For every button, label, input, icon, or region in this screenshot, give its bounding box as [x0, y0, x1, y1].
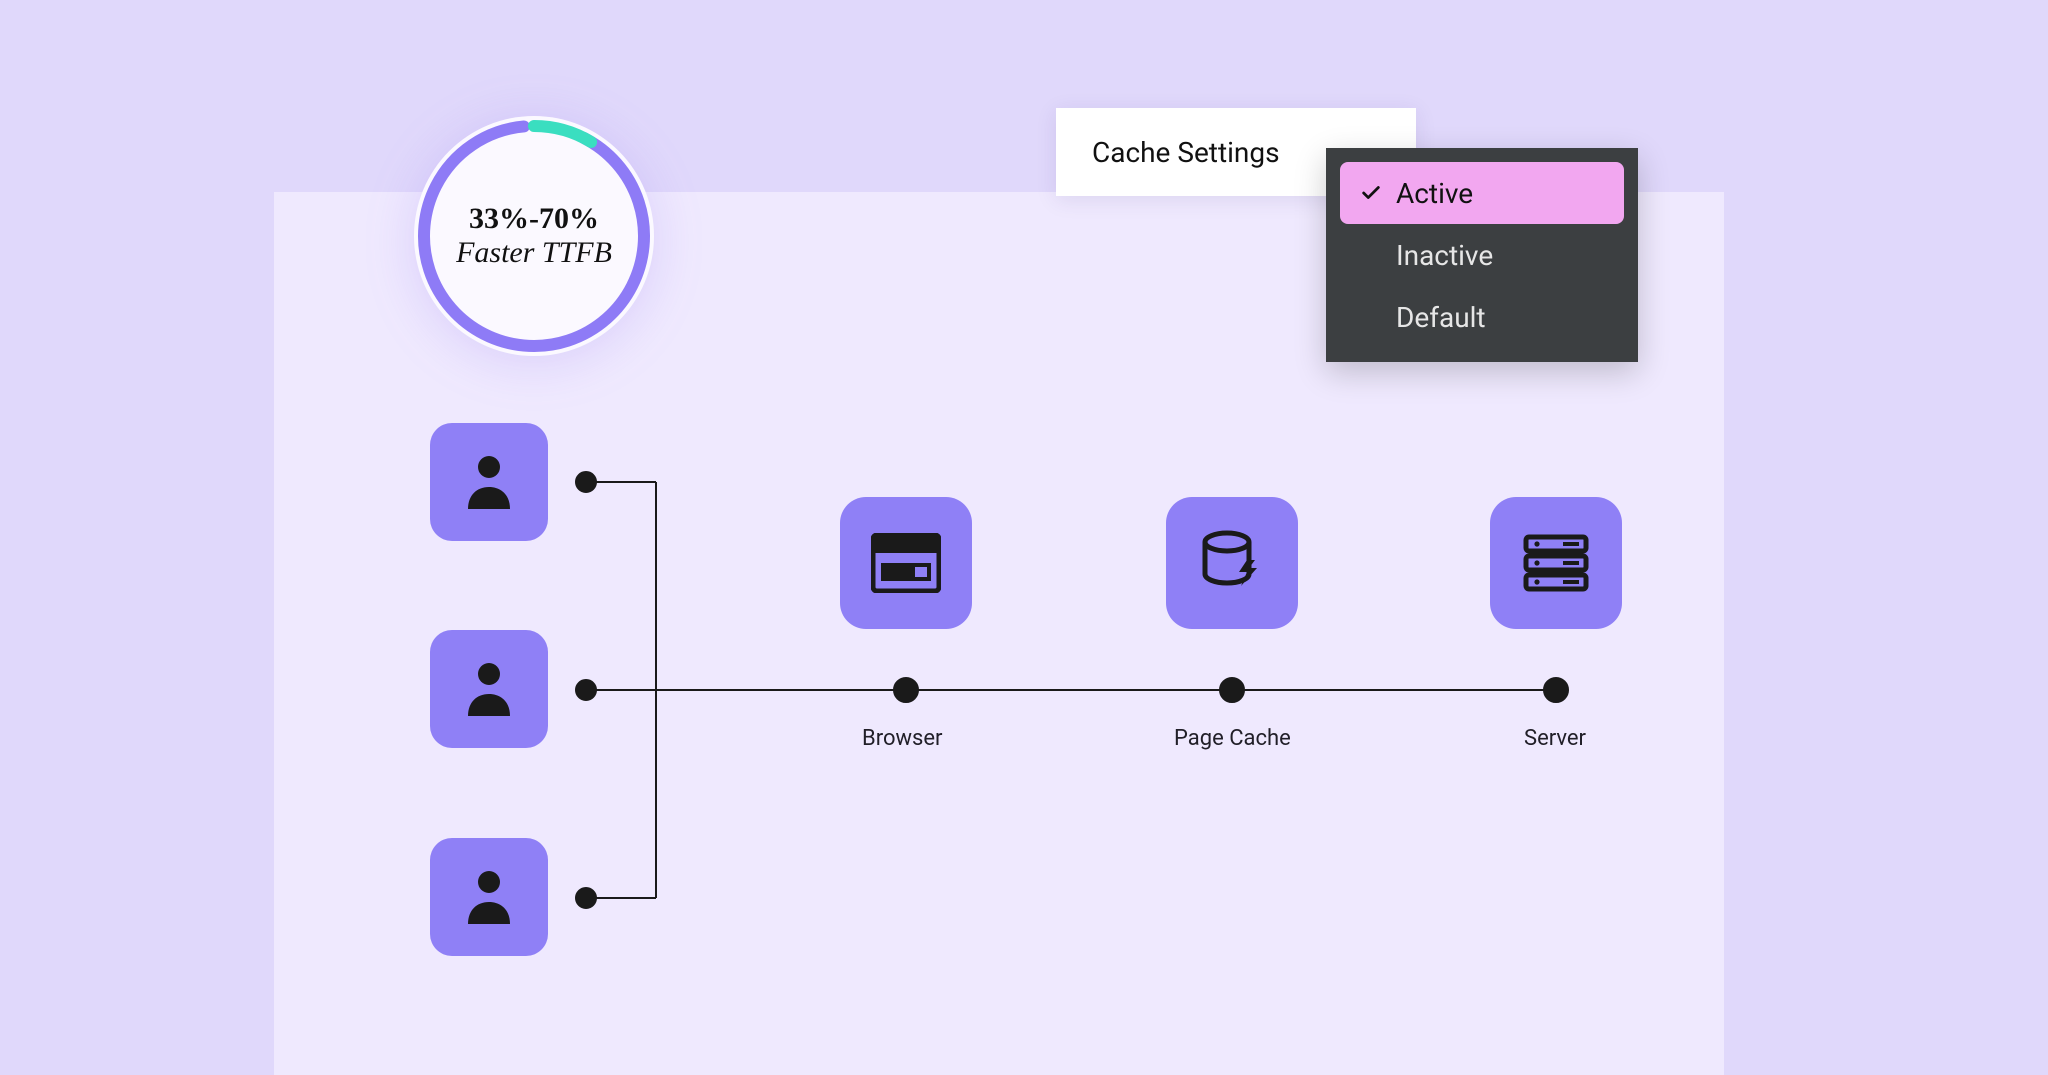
user-node	[430, 838, 548, 956]
gauge-line2: Faster TTFB	[456, 236, 612, 271]
page-cache-node	[1166, 497, 1298, 629]
check-icon	[1360, 182, 1382, 204]
dropdown-option-default[interactable]: Default	[1340, 286, 1624, 348]
user-icon	[464, 453, 514, 511]
server-rack-icon	[1523, 534, 1589, 592]
browser-window-icon	[871, 533, 941, 593]
browser-label: Browser	[862, 726, 943, 751]
browser-node	[840, 497, 972, 629]
user-icon	[464, 868, 514, 926]
user-node	[430, 423, 548, 541]
page-cache-label: Page Cache	[1174, 726, 1291, 751]
server-label: Server	[1524, 726, 1586, 751]
spacer-icon	[1360, 306, 1382, 328]
dropdown-option-label: Inactive	[1396, 239, 1493, 272]
user-node	[430, 630, 548, 748]
dropdown-option-inactive[interactable]: Inactive	[1340, 224, 1624, 286]
database-bolt-icon	[1199, 530, 1265, 596]
dropdown-option-label: Default	[1396, 301, 1486, 334]
cache-settings-title: Cache Settings	[1092, 136, 1280, 169]
gauge-line1: 33%-70%	[469, 202, 599, 237]
server-node	[1490, 497, 1622, 629]
dropdown-option-label: Active	[1396, 177, 1473, 210]
dropdown-option-active[interactable]: Active	[1340, 162, 1624, 224]
user-icon	[464, 660, 514, 718]
cache-settings-dropdown: Active Inactive Default	[1326, 148, 1638, 362]
gauge-caption: 33%-70% Faster TTFB	[406, 108, 662, 364]
spacer-icon	[1360, 244, 1382, 266]
ttfb-gauge: 33%-70% Faster TTFB	[406, 108, 662, 364]
